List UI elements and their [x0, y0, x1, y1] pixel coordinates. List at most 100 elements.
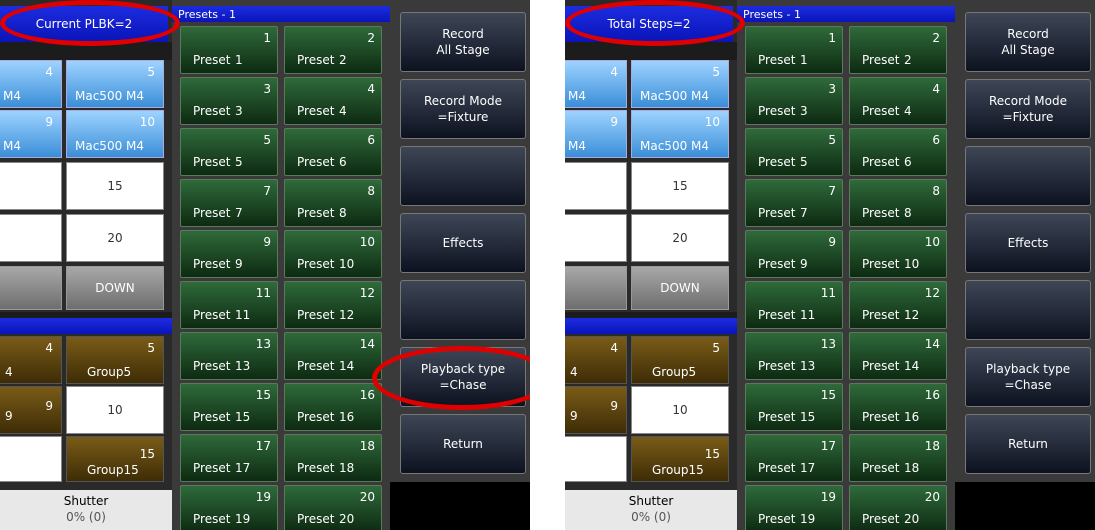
white-button-partial[interactable] — [0, 214, 62, 262]
return-button[interactable]: Return — [400, 414, 526, 474]
blank-function-button[interactable] — [965, 146, 1091, 206]
preset-button-19[interactable]: 19 Preset 19 — [745, 485, 843, 530]
preset-button-17[interactable]: 17 Preset 17 — [180, 434, 278, 482]
gray-button-partial[interactable] — [0, 266, 62, 310]
white-button-10[interactable]: 10 — [66, 386, 164, 434]
preset-button-4[interactable]: 4 Preset 4 — [849, 77, 947, 125]
preset-number: 15 — [820, 388, 836, 402]
preset-button-14[interactable]: 14 Preset 14 — [849, 332, 947, 380]
fixture-number: 4 — [45, 65, 53, 79]
group-button-15[interactable]: 15 Group15 — [631, 436, 729, 482]
preset-button-13[interactable]: 13 Preset 13 — [745, 332, 843, 380]
fixture-button-10[interactable]: 10 Mac500 M4 — [631, 110, 729, 158]
white-button-20[interactable]: 20 — [66, 214, 164, 262]
fixture-button-10[interactable]: 10 Mac500 M4 — [66, 110, 164, 158]
preset-button-15[interactable]: 15 Preset 15 — [180, 383, 278, 431]
preset-index: 2 — [904, 53, 912, 67]
playback-type-button[interactable]: Playback type =Chase — [965, 347, 1091, 407]
preset-button-18[interactable]: 18 Preset 18 — [849, 434, 947, 482]
preset-button-1[interactable]: 1 Preset 1 — [745, 26, 843, 74]
preset-index: 2 — [339, 53, 347, 67]
preset-button-1[interactable]: 1 Preset 1 — [180, 26, 278, 74]
preset-number: 7 — [828, 184, 836, 198]
white-button-value: 10 — [672, 403, 688, 417]
fixture-button-5[interactable]: 5 Mac500 M4 — [631, 60, 729, 108]
effects-button[interactable]: Effects — [400, 213, 526, 273]
preset-button-9[interactable]: 9 Preset 9 — [180, 230, 278, 278]
white-button-partial[interactable] — [565, 214, 627, 262]
white-button-partial[interactable] — [565, 436, 627, 482]
white-button-15[interactable]: 15 — [66, 162, 164, 210]
group-button-partial-4[interactable]: 4 4 — [565, 336, 627, 384]
preset-button-9[interactable]: 9 Preset 9 — [745, 230, 843, 278]
fixture-button-partial-9[interactable]: 9 M4 — [565, 110, 627, 158]
down-button[interactable]: DOWN — [66, 266, 164, 310]
record-all-stage-button[interactable]: Record All Stage — [965, 12, 1091, 72]
preset-label: Preset — [193, 308, 231, 322]
fixture-button-partial-4[interactable]: 4 M4 — [565, 60, 627, 108]
preset-index: 8 — [904, 206, 912, 220]
preset-label: Preset — [862, 308, 900, 322]
preset-button-11[interactable]: 11 Preset 11 — [745, 281, 843, 329]
preset-button-20[interactable]: 20 Preset 20 — [849, 485, 947, 530]
preset-button-13[interactable]: 13 Preset 13 — [180, 332, 278, 380]
preset-area: Presets - 1 1 Preset 1 2 Preset 2 3 Preset 3 4 Pre… — [737, 0, 955, 530]
group-button-5[interactable]: 5 Group5 — [66, 336, 164, 384]
preset-button-18[interactable]: 18 Preset 18 — [284, 434, 382, 482]
preset-label: Preset — [297, 206, 335, 220]
preset-button-12[interactable]: 12 Preset 12 — [284, 281, 382, 329]
preset-button-10[interactable]: 10 Preset 10 — [849, 230, 947, 278]
blank-function-button[interactable] — [400, 146, 526, 206]
group-button-partial-9[interactable]: 9 9 — [0, 386, 62, 434]
group-button-partial-4[interactable]: 4 4 — [0, 336, 62, 384]
group-button-partial-9[interactable]: 9 9 — [565, 386, 627, 434]
preset-button-8[interactable]: 8 Preset 8 — [284, 179, 382, 227]
gray-button-partial[interactable] — [565, 266, 627, 310]
preset-button-3[interactable]: 3 Preset 3 — [180, 77, 278, 125]
preset-button-19[interactable]: 19 Preset 19 — [180, 485, 278, 530]
preset-button-11[interactable]: 11 Preset 11 — [180, 281, 278, 329]
preset-button-2[interactable]: 2 Preset 2 — [284, 26, 382, 74]
preset-button-5[interactable]: 5 Preset 5 — [180, 128, 278, 176]
preset-index: 3 — [800, 104, 808, 118]
fixture-button-partial-4[interactable]: 4 M4 — [0, 60, 62, 108]
shutter-display: Shutter 0% (0) — [0, 490, 172, 530]
white-button-20[interactable]: 20 — [631, 214, 729, 262]
preset-button-7[interactable]: 7 Preset 7 — [180, 179, 278, 227]
preset-button-4[interactable]: 4 Preset 4 — [284, 77, 382, 125]
preset-button-5[interactable]: 5 Preset 5 — [745, 128, 843, 176]
return-button[interactable]: Return — [965, 414, 1091, 474]
group-button-15[interactable]: 15 Group15 — [66, 436, 164, 482]
blank-function-button[interactable] — [400, 280, 526, 340]
white-button-partial[interactable] — [0, 436, 62, 482]
record-mode-button[interactable]: Record Mode =Fixture — [965, 79, 1091, 139]
preset-button-7[interactable]: 7 Preset 7 — [745, 179, 843, 227]
blank-function-button[interactable] — [965, 280, 1091, 340]
preset-button-15[interactable]: 15 Preset 15 — [745, 383, 843, 431]
effects-button[interactable]: Effects — [965, 213, 1091, 273]
fixture-button-5[interactable]: 5 Mac500 M4 — [66, 60, 164, 108]
white-button-partial[interactable] — [565, 162, 627, 210]
preset-button-6[interactable]: 6 Preset 6 — [849, 128, 947, 176]
group-number: 5 — [712, 341, 720, 355]
group-button-5[interactable]: 5 Group5 — [631, 336, 729, 384]
preset-button-17[interactable]: 17 Preset 17 — [745, 434, 843, 482]
preset-button-8[interactable]: 8 Preset 8 — [849, 179, 947, 227]
preset-number: 2 — [932, 31, 940, 45]
white-button-15[interactable]: 15 — [631, 162, 729, 210]
record-mode-button[interactable]: Record Mode =Fixture — [400, 79, 526, 139]
preset-button-14[interactable]: 14 Preset 14 — [284, 332, 382, 380]
white-button-partial[interactable] — [0, 162, 62, 210]
preset-button-12[interactable]: 12 Preset 12 — [849, 281, 947, 329]
preset-button-20[interactable]: 20 Preset 20 — [284, 485, 382, 530]
preset-button-6[interactable]: 6 Preset 6 — [284, 128, 382, 176]
preset-button-16[interactable]: 16 Preset 16 — [284, 383, 382, 431]
preset-button-10[interactable]: 10 Preset 10 — [284, 230, 382, 278]
record-all-stage-button[interactable]: Record All Stage — [400, 12, 526, 72]
white-button-10[interactable]: 10 — [631, 386, 729, 434]
fixture-button-partial-9[interactable]: 9 M4 — [0, 110, 62, 158]
down-button[interactable]: DOWN — [631, 266, 729, 310]
preset-button-16[interactable]: 16 Preset 16 — [849, 383, 947, 431]
preset-button-2[interactable]: 2 Preset 2 — [849, 26, 947, 74]
preset-button-3[interactable]: 3 Preset 3 — [745, 77, 843, 125]
